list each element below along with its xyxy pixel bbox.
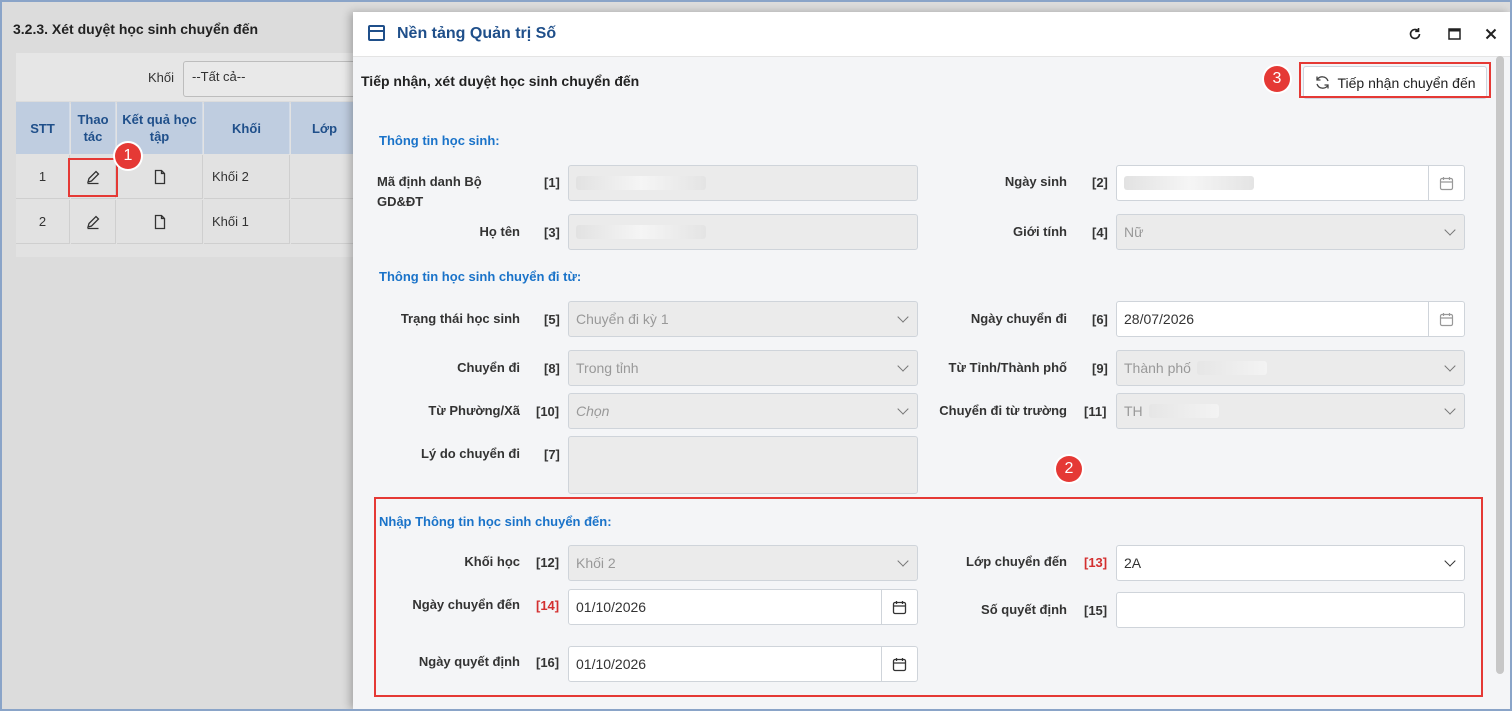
calendar-icon[interactable] xyxy=(1428,302,1464,336)
chevron-down-icon xyxy=(1444,224,1456,236)
ho-ten-field xyxy=(568,214,918,250)
gioi-tinh-value: Nữ xyxy=(1124,224,1144,240)
ly-do-textarea xyxy=(568,436,918,494)
label-ngay-chuyen-di: Ngày chuyển đi xyxy=(970,311,1067,326)
highlight-box-receive xyxy=(1299,62,1491,98)
field-index: [7] xyxy=(544,447,560,462)
tu-truong-value: TH xyxy=(1124,403,1143,419)
redacted-text xyxy=(1148,404,1219,418)
chuyen-di-select: Trong tỉnh xyxy=(568,350,918,386)
callout-badge: 3 xyxy=(1264,66,1290,92)
chevron-down-icon xyxy=(1444,360,1456,372)
section-student-info: Thông tin học sinh: xyxy=(379,133,500,148)
tu-truong-select: TH xyxy=(1116,393,1465,429)
document-icon[interactable] xyxy=(117,200,203,244)
trang-thai-value: Chuyển đi kỳ 1 xyxy=(576,311,669,327)
modal-subtitle: Tiếp nhận, xét duyệt học sinh chuyển đến xyxy=(361,73,640,89)
field-index: [9] xyxy=(1092,361,1108,376)
field-index: [11] xyxy=(1084,404,1107,419)
maximize-icon[interactable] xyxy=(1444,24,1464,44)
label-tu-tinh: Từ Tỉnh/Thành phố xyxy=(948,360,1067,375)
label-ngay-sinh: Ngày sinh xyxy=(1004,174,1067,189)
table-cell-lop xyxy=(291,200,359,244)
khoi-filter-select[interactable]: --Tất cả-- xyxy=(183,61,363,97)
tu-phuong-select: Chọn xyxy=(568,393,918,429)
col-header-thao-tac: Thao tác xyxy=(71,102,116,154)
refresh-icon[interactable] xyxy=(1405,24,1425,44)
ngay-chuyen-di-value: 28/07/2026 xyxy=(1124,311,1195,327)
calendar-icon[interactable] xyxy=(1428,166,1464,200)
ngay-sinh-field[interactable] xyxy=(1116,165,1465,201)
callout-badge: 1 xyxy=(115,143,141,169)
section-transfer-from: Thông tin học sinh chuyển đi từ: xyxy=(379,269,582,284)
callout-badge: 2 xyxy=(1056,456,1082,482)
modal-header: Nền tảng Quản trị Số xyxy=(353,12,1510,57)
label-chuyen-di: Chuyển đi xyxy=(457,360,520,375)
tu-tinh-value: Thành phố xyxy=(1124,360,1191,376)
label-ly-do: Lý do chuyển đi xyxy=(421,446,520,461)
label-ma-dinh-danh: Mã định danh Bộ GD&ĐT xyxy=(377,174,482,209)
field-index: [4] xyxy=(1092,225,1108,240)
chevron-down-icon xyxy=(897,360,909,372)
col-header-khoi: Khối xyxy=(204,102,290,154)
trang-thai-select: Chuyển đi kỳ 1 xyxy=(568,301,918,337)
modal-title: Nền tảng Quản trị Số xyxy=(397,25,557,42)
field-index: [1] xyxy=(544,175,560,190)
field-index: [2] xyxy=(1092,175,1108,190)
window-icon xyxy=(368,25,385,41)
col-header-lop: Lớp xyxy=(291,102,359,154)
label-trang-thai: Trạng thái học sinh xyxy=(400,311,520,326)
field-index: [8] xyxy=(544,361,560,376)
table-row-stt: 1 xyxy=(16,155,70,199)
ngay-chuyen-di-field[interactable]: 28/07/2026 xyxy=(1116,301,1465,337)
khoi-filter-label: Khối xyxy=(148,70,175,85)
table-cell-lop xyxy=(291,155,359,199)
table-cell-khoi: Khối 2 xyxy=(204,155,290,199)
redacted-text xyxy=(1196,361,1267,375)
edit-icon[interactable] xyxy=(71,200,116,244)
ma-dinh-danh-field xyxy=(568,165,918,201)
page-title: 3.2.3. Xét duyệt học sinh chuyển đến xyxy=(13,21,259,37)
label-tu-phuong: Từ Phường/Xã xyxy=(428,403,520,418)
label-gioi-tinh: Giới tính xyxy=(1012,224,1067,239)
tu-tinh-select: Thành phố xyxy=(1116,350,1465,386)
chevron-down-icon xyxy=(1444,403,1456,415)
table-row-stt: 2 xyxy=(16,200,70,244)
highlight-box-transfer-in xyxy=(374,497,1483,697)
highlight-box-edit xyxy=(68,158,118,197)
label-ho-ten: Họ tên xyxy=(479,224,520,239)
label-tu-truong: Chuyển đi từ trường xyxy=(939,403,1067,418)
chevron-down-icon xyxy=(897,311,909,323)
gioi-tinh-select: Nữ xyxy=(1116,214,1465,250)
chevron-down-icon xyxy=(897,403,909,415)
scrollbar[interactable] xyxy=(1496,56,1504,674)
table-cell-khoi: Khối 1 xyxy=(204,200,290,244)
tu-phuong-value: Chọn xyxy=(576,403,610,419)
chuyen-di-value: Trong tỉnh xyxy=(576,360,639,376)
close-icon[interactable] xyxy=(1481,24,1501,44)
field-index: [5] xyxy=(544,312,560,327)
field-index: [6] xyxy=(1092,312,1108,327)
field-index: [10] xyxy=(536,404,560,419)
col-header-stt: STT xyxy=(16,102,70,154)
field-index: [3] xyxy=(544,225,560,240)
